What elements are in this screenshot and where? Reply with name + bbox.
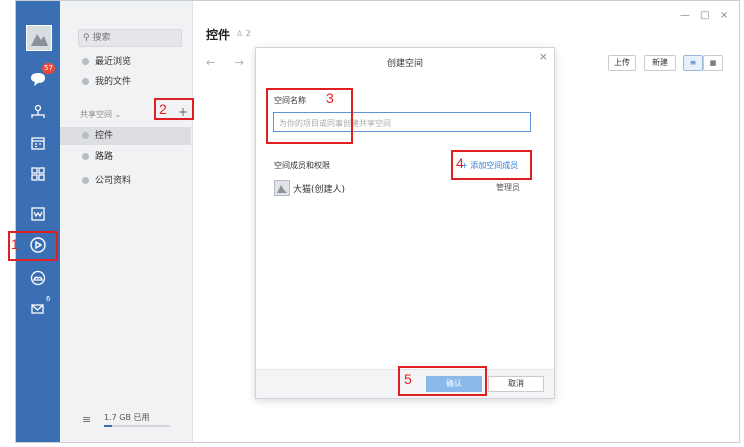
annotation-number-4: 4 <box>456 155 464 171</box>
menu-icon[interactable]: ≡ <box>82 413 91 426</box>
upload-button[interactable]: 上传 <box>608 55 636 71</box>
minimize-button[interactable]: — <box>680 10 690 21</box>
list-view-icon[interactable]: ≡ <box>683 55 703 71</box>
sidebar: ⚲ 搜索 最近浏览 我的文件 共享空间 ⌄ + 控件 路路 公司资料 ≡ 1.7… <box>60 1 193 442</box>
sidebar-item-label: 公司资料 <box>95 176 132 186</box>
storage-bar <box>104 425 170 427</box>
sidebar-item-company-docs[interactable]: 公司资料 <box>60 172 191 190</box>
shared-section-label[interactable]: 共享空间 ⌄ <box>80 109 121 120</box>
chat-badge: 57 <box>42 63 55 74</box>
mail-icon[interactable] <box>28 204 48 224</box>
member-name: 大猫(创建人) <box>293 185 346 195</box>
sidebar-item-lulu[interactable]: 路路 <box>60 148 191 166</box>
annotation-number-3: 3 <box>326 90 334 106</box>
member-role[interactable]: 管理员 <box>496 182 520 193</box>
search-input[interactable]: ⚲ 搜索 <box>78 29 182 47</box>
search-placeholder: 搜索 <box>92 33 111 43</box>
close-window-button[interactable]: × <box>720 10 728 21</box>
calendar-icon[interactable] <box>28 133 48 153</box>
annotation-box-3 <box>266 88 353 144</box>
space-icon <box>82 153 89 160</box>
storage-usage: 1.7 GB 已用 <box>104 413 150 422</box>
new-button[interactable]: 新建 <box>644 55 676 71</box>
member-avatar-icon <box>277 185 287 193</box>
apps-icon[interactable] <box>28 164 48 184</box>
sidebar-item-label: 控件 <box>95 131 114 141</box>
sidebar-item-label: 我的文件 <box>95 77 132 87</box>
cloud-icon[interactable] <box>28 268 48 288</box>
recent-icon <box>82 58 89 65</box>
annotation-number-5: 5 <box>404 371 412 387</box>
member-count: ♙ 2 <box>236 29 251 38</box>
mail-badge: 6 <box>46 295 51 303</box>
space-icon <box>82 177 89 184</box>
user-icon <box>82 78 89 85</box>
annotation-number-2: 2 <box>159 101 167 117</box>
avatar[interactable] <box>26 25 52 51</box>
sidebar-item-my-files[interactable]: 我的文件 <box>60 73 191 91</box>
mail-badge-icon[interactable] <box>28 298 48 318</box>
avatar-image-icon <box>27 26 51 50</box>
history-nav[interactable]: ← → <box>206 56 252 69</box>
space-icon <box>82 132 89 139</box>
left-nav: 57 6 <box>16 1 60 442</box>
maximize-button[interactable]: □ <box>700 10 709 21</box>
sidebar-item-controls[interactable]: 控件 <box>60 127 191 145</box>
storage-bar-fill <box>104 425 112 427</box>
contacts-icon[interactable] <box>28 102 48 122</box>
member-avatar <box>274 180 290 196</box>
annotation-number-1: 1 <box>11 236 19 252</box>
close-icon[interactable]: × <box>539 50 548 63</box>
page-title: 控件 <box>206 28 231 42</box>
sidebar-item-recent[interactable]: 最近浏览 <box>60 53 191 71</box>
members-icon: ♙ <box>236 29 246 38</box>
cancel-button[interactable]: 取消 <box>488 376 544 392</box>
sidebar-item-label: 最近浏览 <box>95 57 132 67</box>
grid-view-icon[interactable]: ▦ <box>703 55 723 71</box>
members-section-label: 空间成员和权限 <box>274 161 330 170</box>
sidebar-item-label: 路路 <box>95 152 114 162</box>
dialog-title: 创建空间 <box>386 59 423 69</box>
